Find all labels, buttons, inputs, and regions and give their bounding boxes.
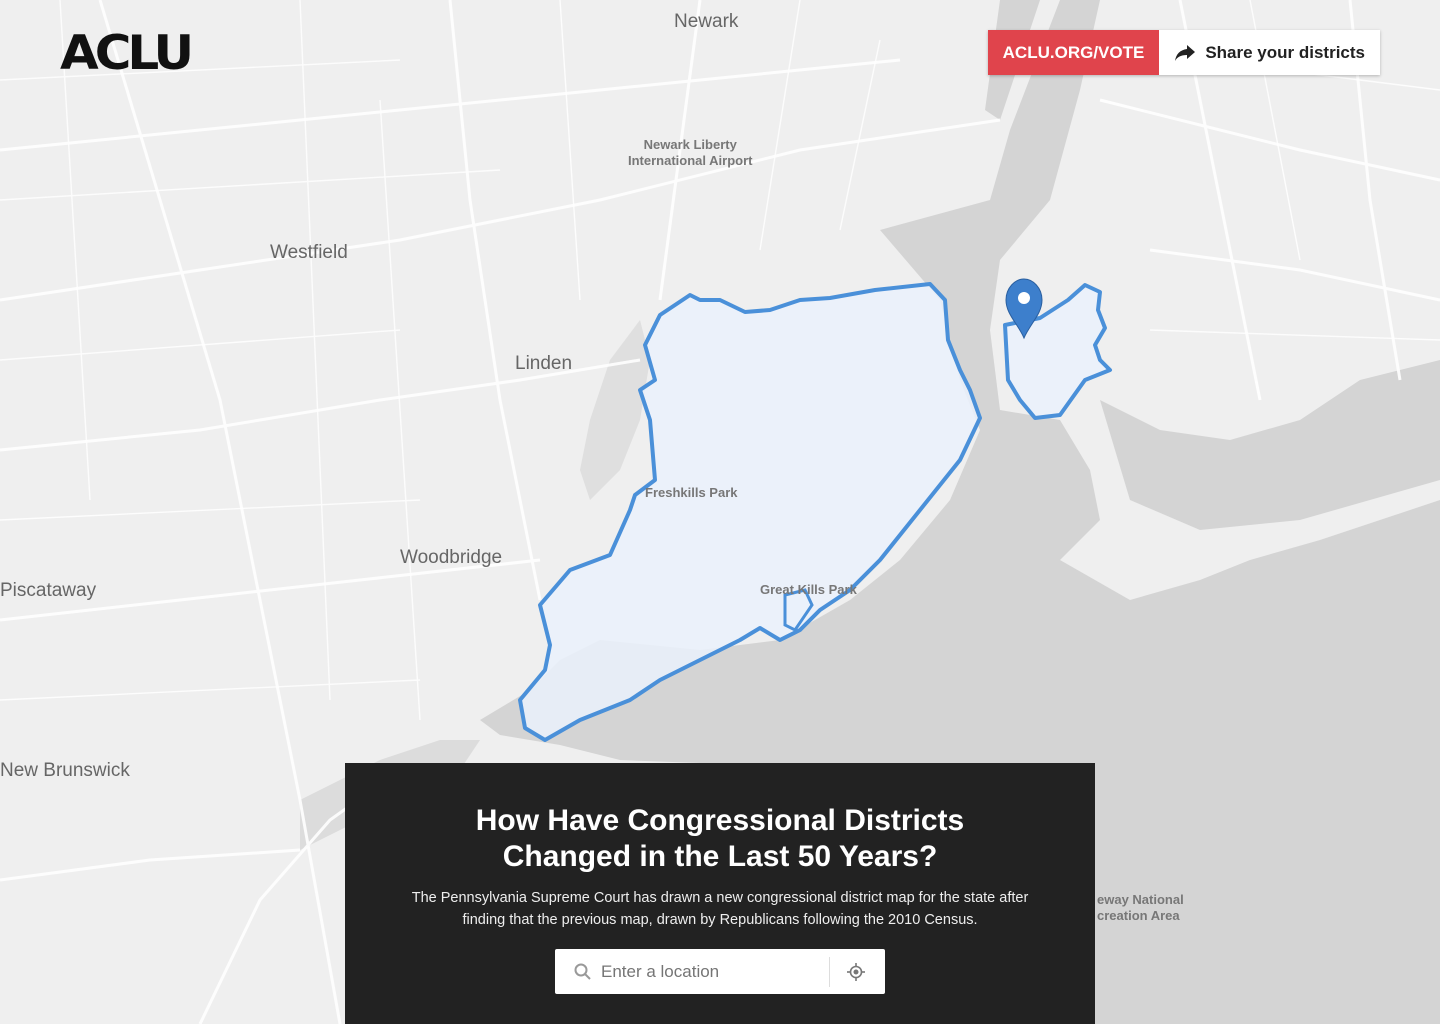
vote-link-button[interactable]: ACLU.ORG/VOTE: [987, 30, 1160, 75]
share-arrow-icon: [1175, 44, 1196, 61]
location-input[interactable]: [599, 960, 823, 983]
panel-title: How Have Congressional Districts Changed…: [345, 803, 1095, 875]
title-line-1: How Have Congressional Districts: [475, 804, 965, 837]
label-gateway: eway National creation Area: [1097, 892, 1184, 924]
label-new-brunswick: New Brunswick: [0, 760, 130, 781]
intro-panel: How Have Congressional Districts Changed…: [345, 763, 1095, 1024]
label-gateway-line2: creation Area: [1097, 908, 1180, 923]
label-woodbridge: Woodbridge: [400, 547, 503, 568]
label-gateway-line1: eway National: [1097, 892, 1184, 907]
label-great-kills-park: Great Kills Park: [760, 582, 857, 597]
location-search: [555, 949, 885, 994]
label-airport-line1: Newark Liberty: [643, 137, 737, 152]
label-airport-line2: International Airport: [628, 153, 753, 168]
search-icon: [574, 963, 591, 980]
aclu-logo[interactable]: ACLU: [60, 29, 194, 77]
label-piscataway: Piscataway: [0, 580, 97, 601]
panel-description: The Pennsylvania Supreme Court has drawn…: [411, 890, 1029, 928]
share-districts-button[interactable]: Share your districts: [1159, 30, 1380, 75]
label-newark: Newark: [674, 11, 739, 32]
share-label: Share your districts: [1205, 42, 1365, 62]
top-actions: ACLU.ORG/VOTE Share your districts: [987, 30, 1380, 75]
label-westfield: Westfield: [270, 242, 348, 263]
title-line-2: Changed in the Last 50 Years?: [502, 840, 938, 873]
locate-button[interactable]: [830, 949, 882, 994]
label-freshkills-park: Freshkills Park: [645, 485, 738, 500]
label-linden: Linden: [515, 353, 573, 374]
locate-icon: [847, 962, 865, 981]
label-newark-airport: Newark Liberty International Airport: [628, 137, 752, 169]
